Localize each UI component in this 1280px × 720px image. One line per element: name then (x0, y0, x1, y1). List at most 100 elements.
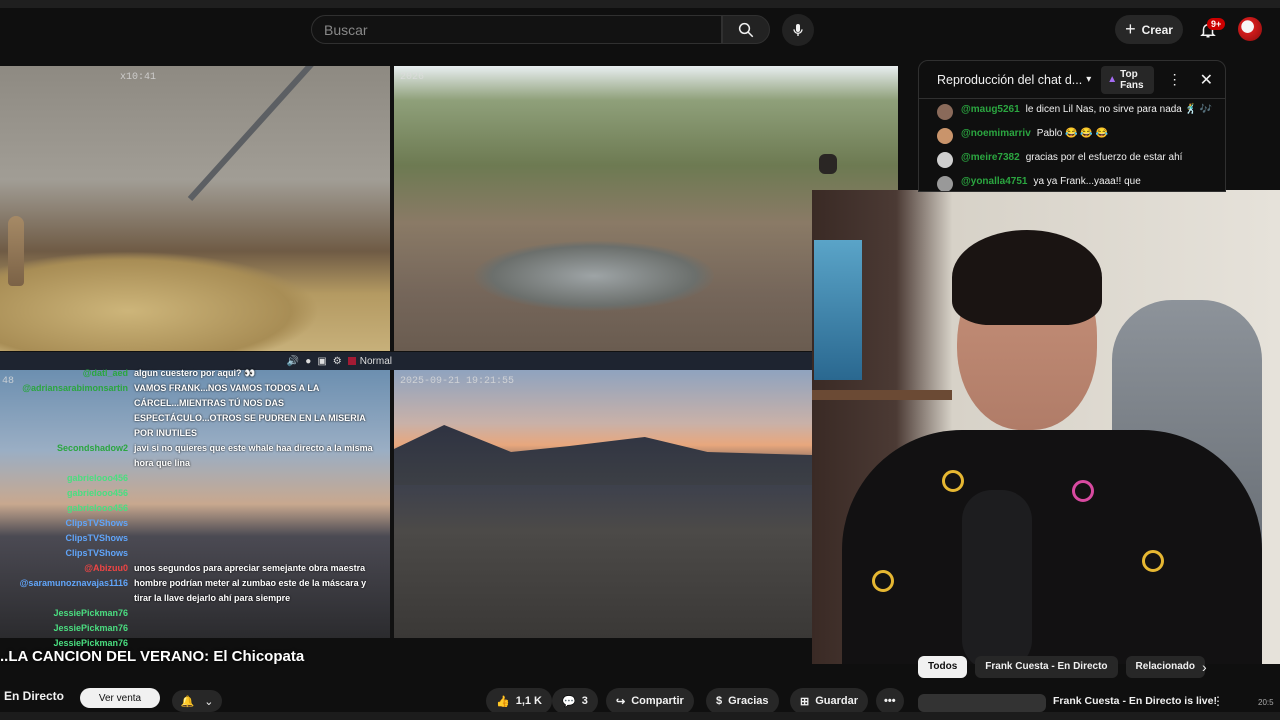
streamer-webcam (812, 190, 1280, 664)
hills (394, 425, 812, 485)
thanks-button[interactable]: $ Gracias (706, 688, 779, 714)
chat-header: Reproducción del chat d... ▾ ▲ Top Fans ⋮… (919, 61, 1225, 99)
save-button[interactable]: ⊞ Guardar (790, 688, 869, 714)
chat-message-body: @meire7382 gracias por el esfuerzo de est… (961, 151, 1182, 168)
chat-username[interactable]: @noemimarriv (961, 128, 1031, 139)
chat-avatar[interactable] (937, 152, 953, 168)
animal (819, 154, 837, 174)
screenshot-icon[interactable]: ▣ (317, 356, 326, 367)
shirt-print (872, 570, 894, 592)
overlay-chat-user: gabrielooo456 (66, 503, 128, 513)
comments-button[interactable]: 💬 3 (552, 688, 598, 714)
search-button[interactable] (722, 15, 770, 44)
quality-selector[interactable]: Normal (347, 356, 392, 367)
top-fans-badge[interactable]: ▲ Top Fans (1101, 65, 1154, 94)
record-icon[interactable]: ● (305, 356, 311, 367)
shirt-print (1072, 480, 1094, 502)
overlay-chat-user: ClipsTVShows (65, 548, 128, 558)
overlay-chat-user: ClipsTVShows (65, 533, 128, 543)
chat-avatar[interactable] (937, 176, 953, 191)
chat-text: ya ya Frank...yaaa!! que (1033, 176, 1141, 187)
comment-icon: 💬 (562, 695, 576, 708)
chat-text: Pablo 😂 😂 😂 (1036, 128, 1109, 139)
join-button[interactable]: Ver venta (80, 688, 160, 708)
save-label: Guardar (815, 695, 859, 707)
settings-icon[interactable]: ⚙ (333, 356, 342, 367)
volume-icon[interactable]: 🔊 (287, 356, 299, 367)
streamer-body (842, 430, 1262, 664)
overlay-chat-message: VAMOS FRANK...NOS VAMOS TODOS A LA CÁRCE… (134, 383, 366, 438)
chat-message: @yonalla4751 ya ya Frank...yaaa!! que (937, 175, 1215, 191)
chevron-down-icon[interactable]: ▾ (1086, 74, 1091, 85)
overlay-chat-row: gabrielooo456 (0, 471, 380, 486)
chat-avatar[interactable] (937, 104, 953, 120)
related-video[interactable]: Frank Cuesta - En Directo is live! ⋮ (918, 692, 1224, 712)
tab-related[interactable]: Relacionado (1125, 656, 1205, 678)
overlay-chat-user: JessiePickman76 (53, 623, 128, 633)
overlay-chat-message: hombre podrían meter al zumbao este de l… (134, 578, 367, 603)
voice-search-button[interactable] (782, 14, 814, 46)
overlay-chat-user: @adriansarabimonsartin (22, 383, 128, 393)
overlay-chat-user: gabrielooo456 (66, 488, 128, 498)
overlay-chat-message: javi si no quieres que este whale haa di… (134, 443, 373, 468)
shirt-print (1142, 550, 1164, 572)
overlay-chat-row: @saramunoznavajas1116 hombre podrían mete… (0, 576, 380, 606)
chat-title[interactable]: Reproducción del chat d... (937, 73, 1082, 87)
bookmark-icon: ⊞ (800, 695, 810, 708)
overlay-chat-row: JessiePickman76 (0, 621, 380, 636)
cam4-timestamp: 2025-09-21 19:21:55 (400, 376, 515, 387)
tab-todos[interactable]: Todos (918, 656, 968, 678)
live-chat-panel: Reproducción del chat d... ▾ ▲ Top Fans ⋮… (918, 60, 1226, 192)
share-label: Compartir (631, 695, 684, 707)
cam2-timestamp: 2026 (400, 72, 425, 83)
more-options-icon[interactable]: ⋮ (1168, 71, 1182, 88)
more-options-icon[interactable]: ⋮ (1212, 694, 1224, 708)
plus-icon: + (1125, 19, 1136, 39)
overlay-chat-user: JessiePickman76 (53, 608, 128, 618)
chat-messages: @maug5261 le dicen Lil Nas, no sirve para… (919, 99, 1225, 191)
like-count: 1,1 K (515, 695, 542, 707)
os-taskbar (0, 712, 1280, 720)
subscribe-bell-button[interactable]: 🔔 ⌄ (172, 690, 222, 712)
overlay-chat-message: algun cuestero por aqui? 👀 (134, 368, 256, 378)
metal-pole (187, 66, 367, 202)
chat-message-body: @noemimarriv Pablo 😂 😂 😂 (961, 127, 1108, 144)
overlay-chat-row: ClipsTVShows (0, 546, 380, 561)
create-button[interactable]: + Crear (1115, 15, 1183, 44)
chat-message: @maug5261 le dicen Lil Nas, no sirve para… (937, 103, 1215, 120)
search-field[interactable] (311, 15, 722, 44)
taskbar-clock: 20:5 (1258, 698, 1274, 707)
overlay-chat-row: JessiePickman76 (0, 606, 380, 621)
water-puddle (474, 241, 714, 311)
overlay-chat-row: @datl_aed algun cuestero por aqui? 👀 (0, 366, 380, 381)
thumbs-up-icon: 👍 (496, 695, 510, 708)
comment-count: 3 (581, 695, 588, 707)
chevron-right-icon[interactable]: › (1202, 659, 1207, 675)
chat-username[interactable]: @yonalla4751 (961, 176, 1027, 187)
bell-icon: 🔔 (180, 695, 195, 708)
fans-icon: ▲ (1107, 74, 1118, 85)
chat-message-body: @maug5261 le dicen Lil Nas, no sirve para… (961, 103, 1212, 120)
tab-channel[interactable]: Frank Cuesta - En Directo (975, 656, 1118, 678)
more-actions-button[interactable]: ••• (876, 688, 904, 714)
close-icon[interactable]: ✕ (1200, 70, 1213, 90)
related-thumbnail[interactable] (918, 694, 1046, 712)
account-avatar[interactable] (1238, 17, 1262, 41)
overlay-chat-row: @adriansarabimonsartin VAMOS FRANK...NOS … (0, 381, 380, 441)
like-button[interactable]: 👍 1,1 K (486, 688, 552, 714)
overlay-chat-row: ClipsTVShows (0, 516, 380, 531)
streamer-hair (952, 230, 1102, 325)
chat-text: gracias por el esfuerzo de estar ahí (1025, 152, 1183, 163)
share-icon: ↪ (616, 695, 626, 708)
window-top-strip (0, 0, 1280, 8)
overlay-chat-user: @Abizuu0 (84, 563, 128, 573)
chat-username[interactable]: @meire7382 (961, 152, 1020, 163)
chat-avatar[interactable] (937, 128, 953, 144)
share-button[interactable]: ↪ Compartir (606, 688, 694, 714)
song-title-overlay: ..LA CANCION DEL VERANO: El Chicopata (0, 648, 305, 665)
search-input[interactable] (324, 16, 721, 43)
related-title[interactable]: Frank Cuesta - En Directo is live! (1053, 695, 1217, 707)
chat-message-body: @yonalla4751 ya ya Frank...yaaa!! que (961, 175, 1141, 191)
hay-pile (0, 251, 320, 351)
chat-username[interactable]: @maug5261 (961, 104, 1020, 115)
